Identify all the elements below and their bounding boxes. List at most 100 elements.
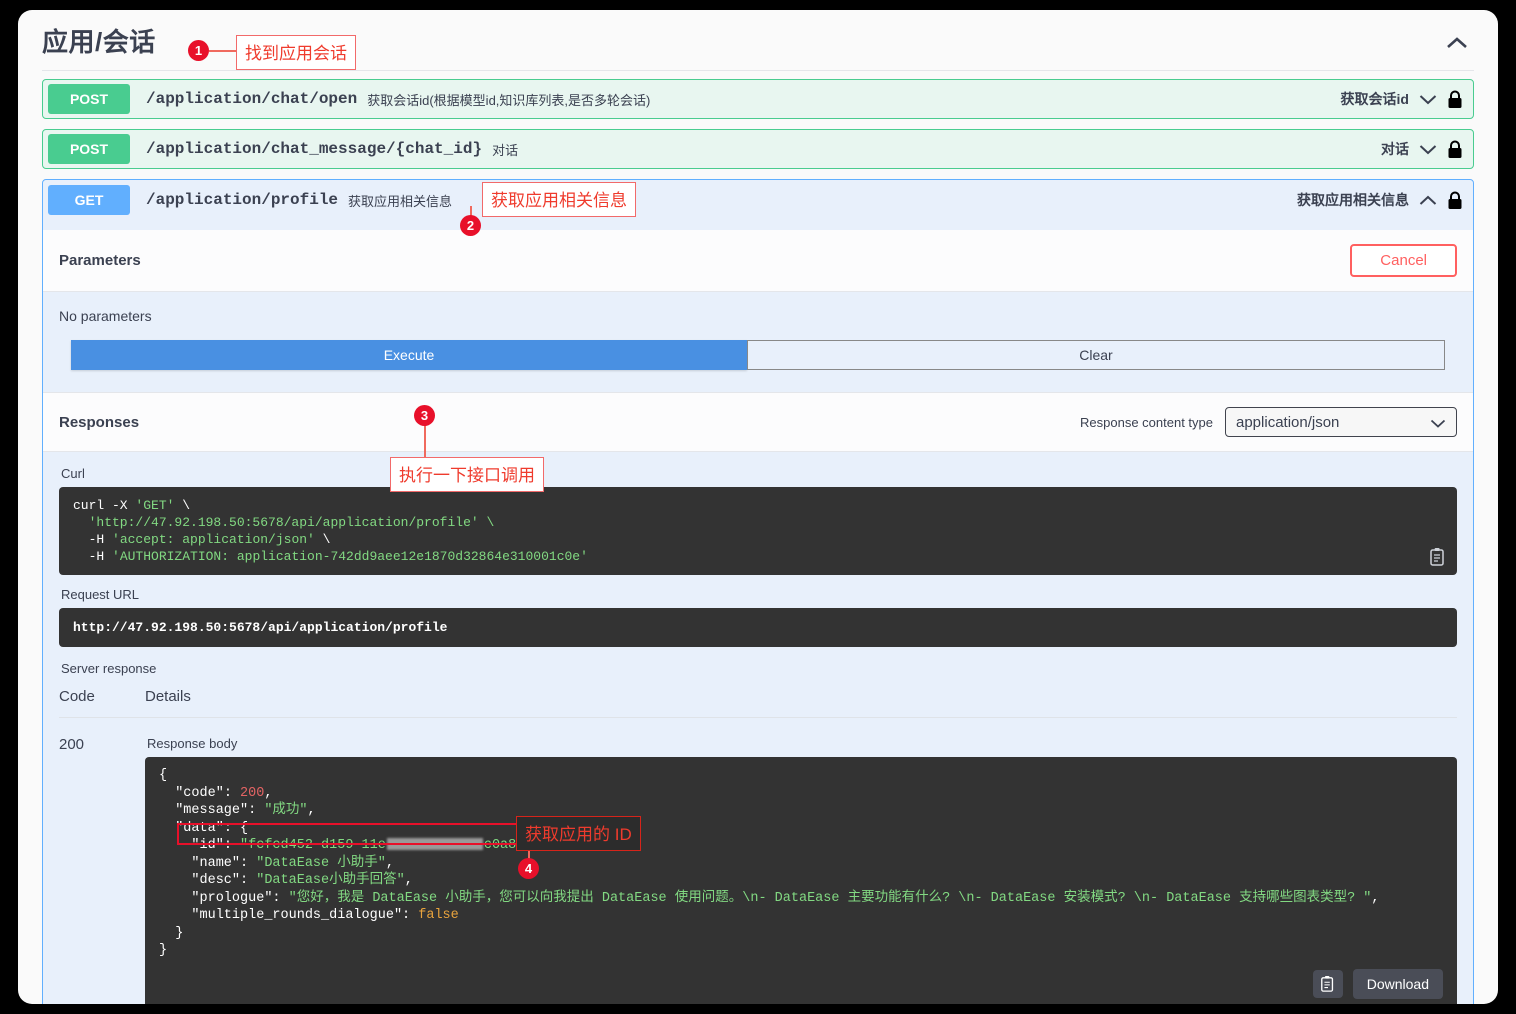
parameters-header: Parameters Cancel [43, 230, 1473, 292]
action-button-row: Execute Clear [43, 340, 1473, 392]
execute-button[interactable]: Execute [71, 340, 747, 370]
curl-line1-cmd: curl -X [73, 498, 135, 513]
copy-to-clipboard-icon[interactable] [1429, 547, 1447, 567]
operation-right-group: 获取应用相关信息 [1297, 190, 1473, 210]
json-key-code: "code" [159, 786, 224, 801]
annotation-leader-1 [209, 50, 236, 52]
curl-label: Curl [61, 466, 1457, 481]
operation-row-profile[interactable]: GET /application/profile 获取应用相关信息 获取应用相关… [43, 180, 1473, 220]
screenshot-root: 应用/会话 1 找到应用会话 POST /application/chat/op… [0, 0, 1516, 1014]
content-type-label: Response content type [1080, 415, 1213, 430]
lock-icon[interactable] [1447, 140, 1463, 159]
copy-response-button[interactable] [1313, 970, 1343, 998]
curl-line4-flag: -H [73, 549, 112, 564]
curl-line2: 'http://47.92.198.50:5678/api/applicatio… [73, 515, 494, 530]
response-body-label: Response body [147, 736, 1457, 751]
column-header-details: Details [145, 688, 191, 705]
json-key-name: "name" [159, 856, 240, 871]
response-body-actions: Download [1313, 969, 1443, 999]
annotation-label-1: 找到应用会话 [236, 35, 356, 70]
response-details-area: Curl curl -X 'GET' \ 'http://47.92.198.5… [43, 452, 1473, 1004]
operation-description: 对话 [492, 140, 518, 159]
operation-summary: 对话 [1381, 139, 1409, 159]
operation-path: /application/profile [146, 191, 338, 209]
operation-description: 获取应用相关信息 [348, 191, 452, 210]
annotation-badge-2: 2 [460, 215, 481, 236]
parameters-heading: Parameters [59, 252, 141, 269]
method-badge-post: POST [48, 134, 130, 164]
table-row: 200 Response body { "code": 200, "messag… [59, 718, 1457, 1004]
operation-row-chat-open[interactable]: POST /application/chat/open 获取会话id(根据模型i… [42, 79, 1474, 119]
copy-to-clipboard-icon [1320, 975, 1336, 993]
chevron-down-icon [1430, 419, 1446, 428]
operation-summary: 获取会话id [1341, 89, 1409, 109]
curl-line1-tail: \ [174, 498, 190, 513]
response-body-json: { "code": 200, "message": "成功", "data": … [145, 757, 1457, 1004]
operation-right-group: 获取会话id [1341, 89, 1473, 109]
response-details-cell: Response body { "code": 200, "message": … [145, 736, 1457, 1004]
server-response-label: Server response [61, 661, 1457, 676]
chevron-up-icon[interactable] [1419, 195, 1437, 206]
operation-path: /application/chat_message/{chat_id} [146, 140, 482, 158]
json-value-prologue: "您好，我是 DataEase 小助手，您可以向我提出 DataEase 使用问… [289, 891, 1372, 906]
json-key-multiple-rounds: "multiple_rounds_dialogue" [159, 908, 402, 923]
responses-header: Responses Response content type applicat… [43, 392, 1473, 452]
curl-line1-method: 'GET' [135, 498, 174, 513]
cancel-button[interactable]: Cancel [1350, 244, 1457, 277]
id-highlight-box [177, 823, 537, 845]
no-parameters-text: No parameters [43, 292, 1473, 340]
json-key-message: "message" [159, 803, 248, 818]
download-button[interactable]: Download [1353, 969, 1443, 999]
swagger-section-card: 应用/会话 1 找到应用会话 POST /application/chat/op… [18, 10, 1498, 1004]
json-line-close: } [159, 943, 167, 958]
operation-path: /application/chat/open [146, 90, 357, 108]
json-value-name: "DataEase 小助手" [256, 856, 386, 871]
operation-summary: 获取应用相关信息 [1297, 190, 1409, 210]
operation-right-group: 对话 [1381, 139, 1473, 159]
table-header-row: Code Details [59, 688, 1457, 718]
json-line-close-data: } [159, 926, 183, 941]
annotation-label-3: 执行一下接口调用 [390, 457, 544, 492]
page-title: 应用/会话 [42, 22, 156, 59]
annotation-leader-3 [424, 425, 426, 458]
content-type-value: application/json [1236, 414, 1339, 431]
curl-line3-flag: -H [73, 532, 112, 547]
chevron-down-icon[interactable] [1419, 144, 1437, 155]
column-header-code: Code [59, 688, 145, 705]
content-type-group: Response content type application/json [1080, 407, 1457, 437]
operation-row-chat-message[interactable]: POST /application/chat_message/{chat_id}… [42, 129, 1474, 169]
json-value-desc: "DataEase小助手回答" [256, 873, 405, 888]
chevron-up-icon[interactable] [1446, 36, 1468, 50]
lock-icon[interactable] [1447, 90, 1463, 109]
request-url-label: Request URL [61, 587, 1457, 602]
server-response-table: Code Details 200 Response body { "code":… [59, 688, 1457, 1004]
json-line-open: { [159, 768, 167, 783]
curl-line3-value: 'accept: application/json' [112, 532, 315, 547]
annotation-badge-4: 4 [518, 858, 539, 879]
response-content-type-select[interactable]: application/json [1225, 407, 1457, 437]
lock-icon[interactable] [1447, 191, 1463, 210]
curl-line3-tail: \ [315, 532, 331, 547]
annotation-badge-3: 3 [414, 405, 435, 426]
json-value-code: 200 [240, 786, 264, 801]
annotation-label-4: 获取应用的 ID [516, 816, 641, 851]
request-url-block: http://47.92.198.50:5678/api/application… [59, 608, 1457, 647]
json-key-desc: "desc" [159, 873, 240, 888]
json-value-multiple-rounds: false [418, 908, 459, 923]
chevron-down-icon[interactable] [1419, 94, 1437, 105]
method-badge-get: GET [48, 185, 130, 215]
operation-block-profile: GET /application/profile 获取应用相关信息 获取应用相关… [42, 179, 1474, 1004]
annotation-label-2: 获取应用相关信息 [482, 182, 636, 217]
curl-line4-value: 'AUTHORIZATION: application-742dd9aee12e… [112, 549, 588, 564]
clear-button[interactable]: Clear [747, 340, 1445, 370]
responses-heading: Responses [59, 414, 139, 431]
operation-panel-body: Parameters Cancel No parameters Execute … [43, 230, 1473, 1004]
operation-description: 获取会话id(根据模型id,知识库列表,是否多轮会话) [367, 90, 650, 109]
method-badge-post: POST [48, 84, 130, 114]
curl-code-block: curl -X 'GET' \ 'http://47.92.198.50:567… [59, 487, 1457, 575]
operations-list: POST /application/chat/open 获取会话id(根据模型i… [18, 71, 1498, 1004]
status-code: 200 [59, 736, 145, 1004]
json-value-message: "成功" [264, 803, 307, 818]
json-key-prologue: "prologue" [159, 891, 272, 906]
annotation-badge-1: 1 [188, 40, 209, 61]
